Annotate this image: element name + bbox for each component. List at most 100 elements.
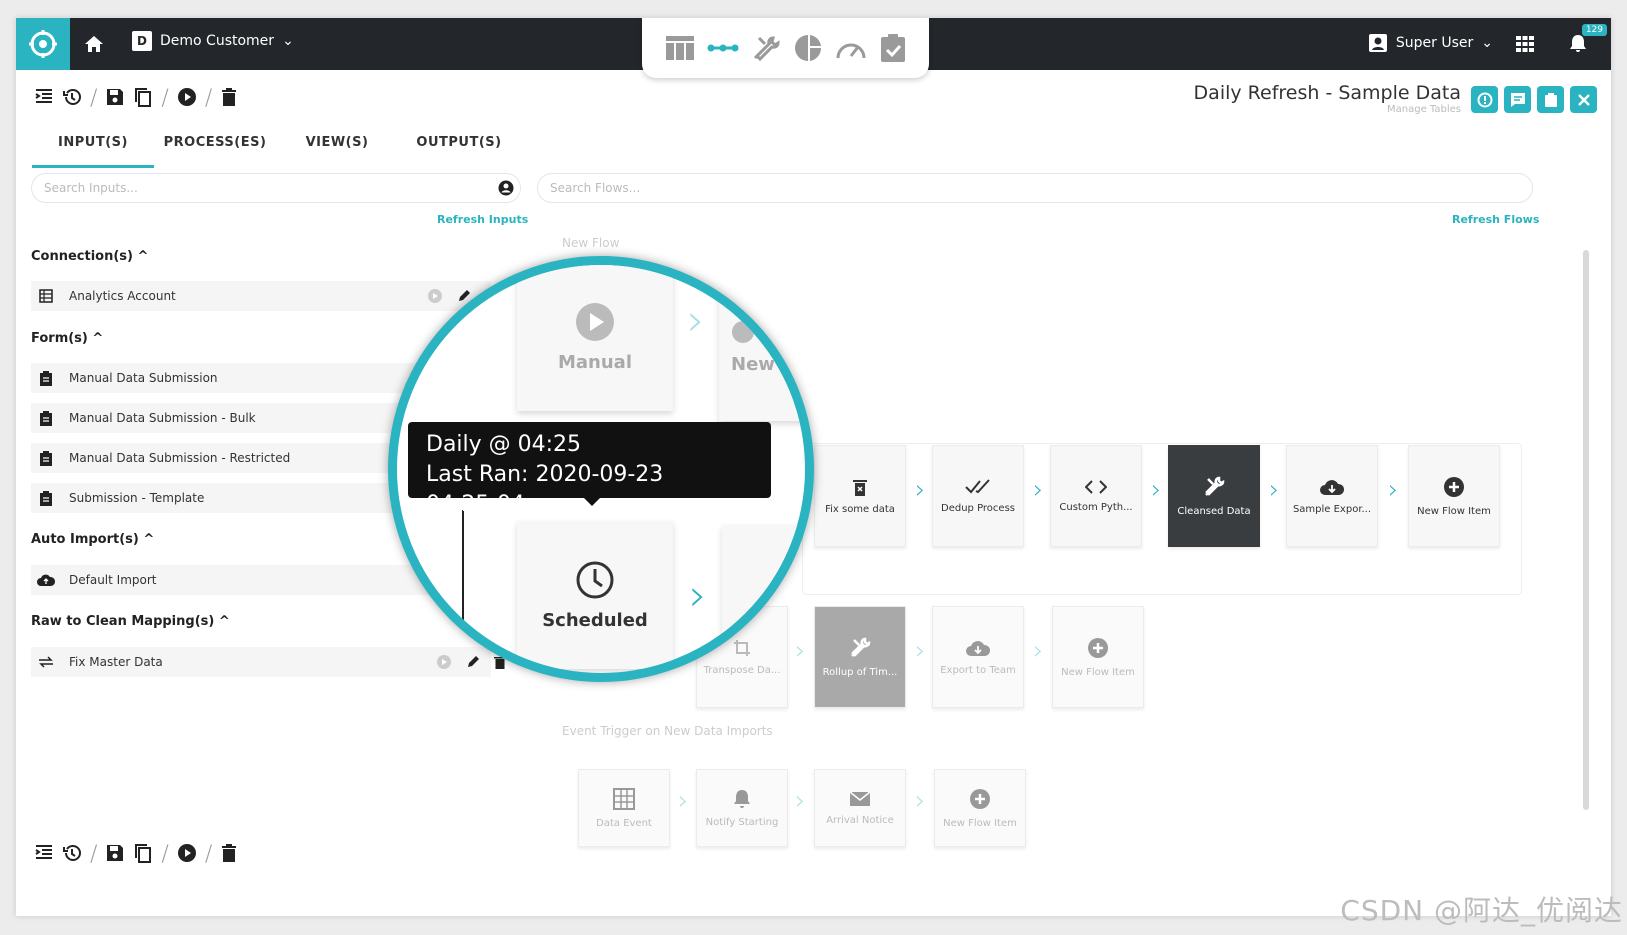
search-inputs[interactable]: Search Inputs... [31,173,521,203]
history-icon[interactable] [62,843,82,867]
refresh-flows-link[interactable]: Refresh Flows [1452,213,1539,226]
table-grid-icon [613,787,635,810]
home-icon[interactable] [82,32,106,56]
new-flow-item-card[interactable]: New em [719,273,805,421]
section-auto-imports[interactable]: Auto Import(s) ^ [31,532,154,547]
clipboard-icon [1544,92,1557,107]
tab-outputs[interactable]: OUTPUT(S) [398,128,520,168]
event-trigger-label: Event Trigger on New Data Imports [562,724,773,738]
flow-item-label: Cleansed Data [1177,505,1251,517]
search-flows[interactable]: Search Flows... [537,173,1533,203]
table-icon[interactable] [665,34,695,62]
clipboard-icon [31,450,61,466]
info-button[interactable] [1471,86,1498,113]
gauge-icon[interactable] [835,34,867,62]
list-item[interactable]: Fix Master Data [31,647,506,677]
close-button[interactable] [1570,86,1597,113]
section-raw-clean-mappings[interactable]: Raw to Clean Mapping(s) ^ [31,614,230,629]
list-item-label: Analytics Account [69,289,176,303]
double-check-icon [965,478,990,493]
new-flow-item-card[interactable]: New Flow Item [934,769,1026,847]
top-toolbar: / / / [34,86,238,111]
notification-badge: 129 [1581,24,1607,36]
tab-bar: INPUT(S) PROCESS(ES) VIEW(S) OUTPUT(S) [32,128,520,168]
comment-icon [1510,92,1525,107]
clipboard-button[interactable] [1537,86,1564,113]
flow-item-label: Fix some data [825,503,895,515]
manual-trigger-card[interactable]: Manual [517,265,673,411]
customer-initial: D [132,31,152,51]
app-logo[interactable] [16,18,70,70]
copy-icon[interactable] [133,843,153,867]
save-icon[interactable] [105,843,125,867]
flow-item-label: Custom Pyth... [1059,501,1133,513]
list-item-label: Submission - Template [69,491,205,505]
flow-item-card[interactable]: Fix some data [814,445,906,547]
flow-subtitle: Manage Tables [1387,104,1461,115]
flow-item-card[interactable]: Custom Pyth... [1050,445,1142,547]
chevron-right-icon: › [1151,475,1162,505]
cloud-download-icon [966,640,991,656]
chevron-right-icon: › [678,786,689,816]
list-item-label: Manual Data Submission - Restricted [69,451,291,465]
trash-icon[interactable] [220,843,238,867]
play-circle-icon[interactable] [427,288,443,304]
flow-item-card[interactable]: Arrival Notice [814,769,906,847]
flow-item-card[interactable]: Rollup of Tim... [814,606,906,708]
flow-item-card[interactable]: Notify Starting [696,769,788,847]
chevron-right-icon: › [687,295,705,346]
list-item-label: Fix Master Data [69,655,163,669]
section-forms[interactable]: Form(s) ^ [31,331,103,346]
plus-circle-icon [1444,476,1464,497]
tools-icon [1205,476,1225,496]
flow-item-label: Dedup Process [941,502,1015,514]
flow-item-label: Sample Expor... [1292,503,1372,515]
flow-item-card[interactable]: Dedup Process [932,445,1024,547]
flow-item-card[interactable]: Export to Team [932,606,1024,708]
magnifier-callout: Manual › New em Scheduled › Daily @ 04:2… [388,256,814,682]
save-icon[interactable] [105,87,125,111]
trash-icon[interactable] [220,87,238,111]
user-name: Super User [1395,35,1474,51]
refresh-inputs-link[interactable]: Refresh Inputs [437,213,528,226]
new-flow-item-card[interactable]: New Flow Item [1408,445,1500,547]
apps-grid-icon[interactable] [1515,34,1535,58]
clock-icon [576,561,614,598]
tooltip-schedule: Daily @ 04:25 [426,432,582,457]
tab-processes[interactable]: PROCESS(ES) [154,128,276,168]
tab-views[interactable]: VIEW(S) [276,128,398,168]
app-window: D Demo Customer ⌄ Super User ⌄ 129 / / /… [16,18,1611,916]
play-circle-icon[interactable] [436,654,452,670]
new-flow-item-card[interactable]: New Flow Item [1052,606,1144,708]
copy-icon[interactable] [133,87,153,111]
flow-item-label: Rollup of Tim... [822,666,898,678]
clipboard-check-icon[interactable] [879,33,907,63]
tools-icon[interactable] [751,34,781,62]
user-menu[interactable]: Super User ⌄ [1368,33,1493,53]
outline-icon[interactable] [34,843,54,867]
list-item[interactable]: Analytics Account [31,281,491,311]
envelope-icon [849,790,871,806]
chevron-right-icon: › [795,786,806,816]
section-connections[interactable]: Connection(s) ^ [31,249,148,264]
flow-item-card[interactable]: Data Event [578,769,670,847]
play-icon[interactable] [177,87,197,111]
comment-button[interactable] [1504,86,1531,113]
history-icon[interactable] [62,87,82,111]
pie-chart-icon[interactable] [793,33,823,63]
play-icon[interactable] [177,843,197,867]
tab-inputs[interactable]: INPUT(S) [32,128,154,168]
flow-scrollbar[interactable] [1583,250,1589,810]
outline-icon[interactable] [34,87,54,111]
flow-item-label: Data Event [596,817,652,829]
scheduled-trigger-card[interactable]: Scheduled [517,521,673,669]
watermark: CSDN @阿达_优阅达 [1340,894,1623,927]
chevron-right-icon: › [689,570,707,621]
flow-item-card[interactable]: Sample Expor... [1286,445,1378,547]
customer-selector[interactable]: D Demo Customer ⌄ [132,31,294,51]
flow-icon[interactable] [707,34,739,62]
flow-item-card-selected[interactable]: Cleansed Data [1168,445,1260,547]
bottom-toolbar: / / / [34,842,238,867]
edit-icon[interactable] [466,655,480,669]
user-circle-icon [498,180,514,196]
